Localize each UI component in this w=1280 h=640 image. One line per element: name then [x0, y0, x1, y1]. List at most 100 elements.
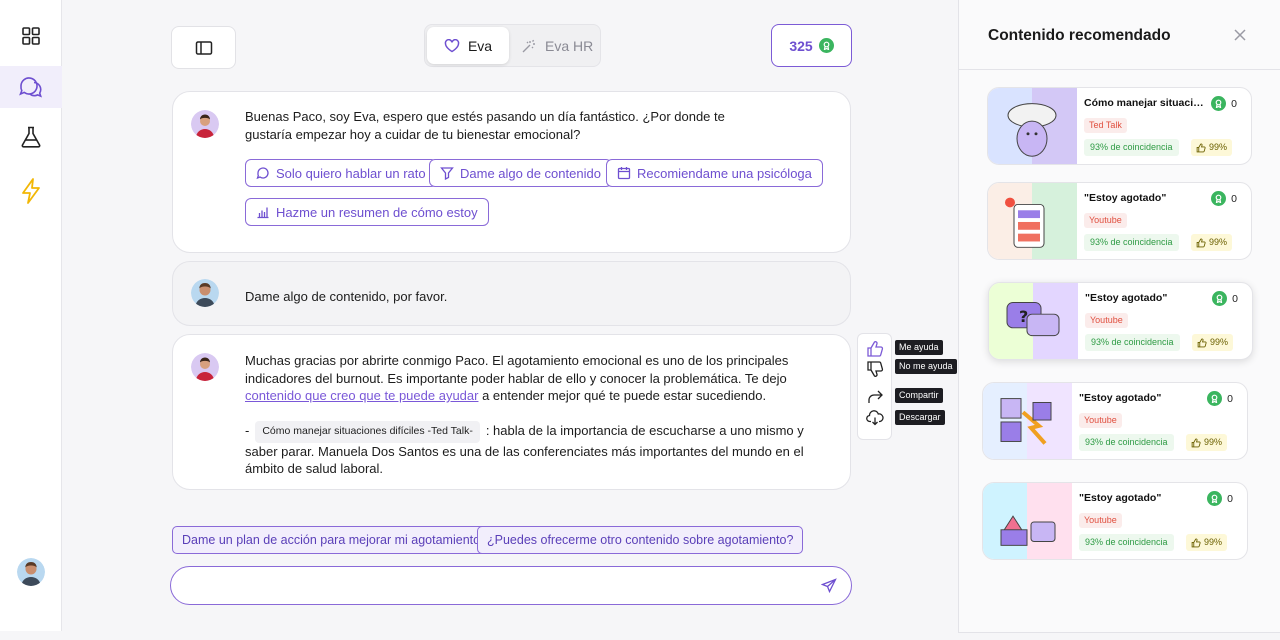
sidebar-toggle-button[interactable] [171, 26, 236, 69]
message-input[interactable] [170, 566, 852, 605]
award-icon [1211, 96, 1227, 111]
share-icon[interactable] [866, 388, 884, 406]
thumbs-up-icon [1196, 143, 1206, 152]
award-icon [1207, 491, 1223, 506]
download-cloud-icon[interactable] [866, 409, 884, 427]
bar-chart-icon [257, 207, 269, 219]
magic-wand-icon [522, 39, 535, 52]
flask-icon [21, 126, 41, 148]
card-thumbnail [988, 183, 1077, 259]
message-actions [857, 333, 892, 440]
suggestion-more-content[interactable]: ¿Puedes ofrecerme otro contenido sobre a… [477, 526, 804, 554]
chip-content[interactable]: Dame algo de contenido [429, 159, 612, 187]
card-count-value: 0 [1231, 97, 1237, 110]
card-source: Youtube [1084, 213, 1127, 228]
card-count: 0 [1207, 391, 1233, 406]
left-rail [0, 0, 62, 631]
thumbs-up-icon [1191, 538, 1201, 547]
award-icon [818, 38, 834, 53]
chip-talk[interactable]: Solo quiero hablar un rato [245, 159, 437, 187]
assistant-reply: Muchas gracias por abrirte conmigo Paco.… [172, 334, 851, 490]
calendar-icon [617, 167, 631, 180]
card-title: "Estoy agotado" [1085, 292, 1168, 304]
card-likes-value: 99% [1209, 142, 1228, 152]
card-title: Cómo manejar situaciones difíciles [1084, 97, 1210, 109]
card-count: 0 [1211, 191, 1237, 206]
card-title: "Estoy agotado" [1079, 492, 1162, 504]
tab-eva-hr[interactable]: Eva HR [521, 27, 599, 64]
content-tag[interactable]: Cómo manejar situaciones difíciles -Ted … [255, 421, 480, 443]
chip-summary[interactable]: Hazme un resumen de cómo estoy [245, 198, 489, 226]
award-icon [1211, 191, 1227, 206]
tooltip-download: Descargar [895, 410, 945, 425]
card-source: Youtube [1079, 413, 1122, 428]
nav-energy[interactable] [0, 170, 62, 212]
reply-text-1: Muchas gracias por abrirte conmigo Paco.… [245, 353, 789, 386]
content-card[interactable]: "Estoy agotado" 0 Youtube 93% de coincid… [982, 382, 1248, 460]
card-count-value: 0 [1227, 492, 1233, 505]
card-source: Youtube [1079, 513, 1122, 528]
chip-psychologist[interactable]: Recomiendame una psicóloga [606, 159, 823, 187]
card-thumbnail [988, 88, 1077, 164]
reply-text-2: a entender mejor qué te puede estar suce… [478, 388, 767, 403]
card-likes-value: 99% [1204, 437, 1223, 447]
panel-title: Contenido recomendado [988, 27, 1171, 44]
card-thumbnail: ? [989, 283, 1078, 359]
chip-psychologist-label: Recomiendame una psicóloga [637, 165, 812, 181]
card-count: 0 [1207, 491, 1233, 506]
thumbs-up-icon [1197, 338, 1207, 347]
assistant-message: Buenas Paco, soy Eva, espero que estés p… [172, 91, 851, 253]
thumbs-up-icon [1196, 238, 1206, 247]
card-likes: 99% [1186, 534, 1228, 551]
panel-icon [195, 40, 212, 55]
reply-detail: - Cómo manejar situaciones difíciles -Ted… [245, 421, 827, 478]
card-count-value: 0 [1227, 392, 1233, 405]
card-title: "Estoy agotado" [1084, 192, 1167, 204]
nav-chat[interactable] [0, 66, 62, 108]
suggestion-action-plan[interactable]: Dame un plan de acción para mejorar mi a… [172, 526, 491, 554]
filter-icon [440, 167, 454, 180]
points-value: 325 [789, 37, 813, 54]
recommended-panel: Contenido recomendado Cómo manejar situa… [958, 0, 1280, 633]
card-likes: 99% [1191, 234, 1233, 251]
card-likes-value: 99% [1204, 537, 1223, 547]
award-icon [1212, 291, 1228, 306]
card-thumbnail [983, 483, 1072, 559]
card-likes: 99% [1186, 434, 1228, 451]
card-likes-value: 99% [1209, 237, 1228, 247]
thumbs-down-icon[interactable] [866, 360, 884, 378]
card-likes: 99% [1191, 139, 1233, 156]
award-icon [1207, 391, 1223, 406]
user-avatar[interactable] [17, 558, 45, 586]
tooltip-share: Compartir [895, 388, 943, 403]
chip-talk-label: Solo quiero hablar un rato [276, 165, 426, 181]
thumbs-up-icon[interactable] [866, 340, 884, 358]
tab-eva-hr-label: Eva HR [545, 37, 594, 54]
thumbs-up-icon [1191, 438, 1201, 447]
card-title: "Estoy agotado" [1079, 392, 1162, 404]
content-card[interactable]: "Estoy agotado" 0 Youtube 93% de coincid… [987, 182, 1252, 260]
user-message-avatar [191, 279, 219, 307]
nav-lab[interactable] [0, 116, 62, 158]
content-card[interactable]: "Estoy agotado" 0 Youtube 93% de coincid… [982, 482, 1248, 560]
reply-dash: - [245, 423, 250, 438]
content-card[interactable]: ? "Estoy agotado" 0 Youtube 93% de coinc… [988, 282, 1253, 360]
nav-dashboard[interactable] [0, 15, 62, 57]
points-badge[interactable]: 325 [771, 24, 852, 67]
reply-paragraph: Muchas gracias por abrirte conmigo Paco.… [245, 352, 827, 405]
close-icon[interactable] [1233, 28, 1247, 42]
send-icon[interactable] [821, 578, 837, 594]
card-match: 93% de coincidencia [1084, 234, 1179, 251]
card-count-value: 0 [1231, 192, 1237, 205]
content-link[interactable]: contenido que creo que te puede ayudar [245, 388, 478, 403]
panel-header: Contenido recomendado [959, 0, 1280, 70]
tooltip-helpful: Me ayuda [895, 340, 943, 355]
chip-summary-label: Hazme un resumen de cómo estoy [276, 204, 478, 220]
grid-icon [22, 27, 40, 45]
content-card[interactable]: Cómo manejar situaciones difíciles 0 Ted… [987, 87, 1252, 165]
tab-eva[interactable]: Eva [427, 27, 509, 64]
card-thumbnail [983, 383, 1072, 459]
chip-content-label: Dame algo de contenido [460, 165, 601, 181]
eva-avatar [191, 110, 219, 138]
card-match: 93% de coincidencia [1079, 434, 1174, 451]
